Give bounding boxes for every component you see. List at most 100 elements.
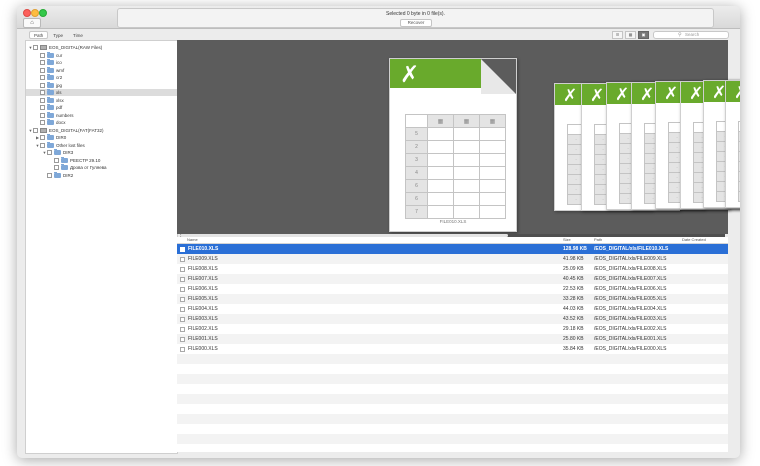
tree-item[interactable]: xls [26, 89, 177, 96]
tab-time[interactable]: Time [68, 31, 88, 39]
row-checkbox[interactable] [180, 247, 185, 252]
search-placeholder: Search [685, 32, 700, 37]
folder-icon [47, 66, 54, 73]
tree-item[interactable]: ▶ DIR0 [26, 134, 177, 141]
tree-item[interactable]: ▼ DIR3 [26, 149, 177, 156]
tree-item-checkbox[interactable] [33, 127, 38, 133]
tree-item[interactable]: numbers [26, 111, 177, 119]
tree-item-label: numbers [56, 112, 74, 118]
minimize-window-button[interactable] [31, 9, 39, 17]
tree-item-checkbox[interactable] [40, 112, 45, 118]
table-row[interactable]: FILE006.XLS 22.53 KB/EOS_DIGITAL/xls/FILE… [177, 284, 728, 294]
tree-item-checkbox[interactable] [54, 157, 59, 163]
row-checkbox[interactable] [180, 297, 185, 302]
file-name: FILE008.XLS [188, 266, 218, 272]
title-bar: ⌂ Selected 0 byte in 0 file(s). Recover [17, 6, 740, 29]
close-window-button[interactable] [23, 9, 31, 17]
tree-item-checkbox[interactable] [40, 105, 45, 110]
zoom-window-button[interactable] [39, 9, 47, 17]
file-path: /EOS_DIGITAL/xls/FILE004.XLS [594, 306, 667, 312]
tree-item-label: jpg [56, 82, 63, 88]
spreadsheet-grid: ▦ ▦ ▦ 5 2 3 4 6 6 7 [405, 114, 506, 219]
search-input[interactable]: ⚲ Search [653, 31, 729, 39]
tree-item-checkbox[interactable] [40, 60, 45, 65]
empty-row [177, 364, 728, 374]
table-row[interactable]: FILE009.XLS 41.98 KB/EOS_DIGITAL/xls/FILE… [177, 254, 728, 264]
tree-item[interactable]: DIR2 [26, 171, 177, 179]
file-list-header: Name Size Path Date Created [177, 237, 728, 244]
row-checkbox[interactable] [180, 347, 185, 352]
tree-item[interactable]: ▼ EOS_DIGITAL(FAT(FAT32) [26, 127, 177, 134]
row-checkbox[interactable] [180, 327, 185, 332]
tree-item-label: pdf [56, 105, 63, 110]
tab-type[interactable]: Type [48, 31, 68, 39]
cover-flow-view-icon[interactable]: ▣ [638, 31, 649, 39]
file-path: /EOS_DIGITAL/xls/FILE008.XLS [594, 266, 667, 272]
row-checkbox[interactable] [180, 267, 185, 272]
xls-file-preview[interactable]: ✗ ▦ ▦ ▦ 5 2 3 4 6 6 7 FILE010.XLS [389, 58, 517, 232]
file-path: /EOS_DIGITAL/xls/FILE003.XLS [594, 316, 667, 322]
tree-item-checkbox[interactable] [47, 172, 52, 178]
folder-icon [47, 141, 54, 148]
row-checkbox[interactable] [180, 337, 185, 342]
folder-icon [47, 119, 54, 125]
tree-item[interactable]: wmf [26, 66, 177, 74]
tree-item-checkbox[interactable] [40, 142, 45, 148]
table-row[interactable]: FILE007.XLS 40.45 KB/EOS_DIGITAL/xls/FILE… [177, 274, 728, 284]
table-row[interactable]: FILE002.XLS 29.18 KB/EOS_DIGITAL/xls/FILE… [177, 324, 728, 334]
column-size[interactable]: Size [563, 237, 571, 243]
column-date-created[interactable]: Date Created [682, 237, 706, 243]
tab-path[interactable]: Path [29, 31, 49, 39]
tree-item-checkbox[interactable] [54, 165, 59, 170]
home-button[interactable]: ⌂ [23, 18, 41, 28]
tree-item[interactable]: ▼ Other lost files [26, 141, 177, 149]
tree-item-checkbox[interactable] [40, 97, 45, 103]
excel-icon: ✗ [664, 84, 679, 105]
tree-item-checkbox[interactable] [40, 120, 45, 125]
column-name[interactable]: Name [187, 237, 198, 243]
tree-item[interactable]: ico [26, 59, 177, 66]
table-row[interactable]: FILE000.XLS 35.84 KB/EOS_DIGITAL/xls/FILE… [177, 344, 728, 354]
column-view-icon[interactable]: ▦ [625, 31, 636, 39]
tree-item[interactable]: ▼ EOS_DIGITAL(RAW Files) [26, 44, 177, 51]
row-checkbox[interactable] [180, 287, 185, 292]
file-size: 44.03 KB [563, 306, 584, 312]
tree-item-label: EOS_DIGITAL(RAW Files) [49, 45, 103, 50]
tree-item-checkbox[interactable] [40, 82, 45, 88]
table-row[interactable]: FILE010.XLS 128.98 KB/EOS_DIGITAL/xls/FIL… [177, 244, 728, 254]
tree-item-checkbox[interactable] [33, 45, 38, 50]
tree-item[interactable]: cr2 [26, 74, 177, 81]
recover-button[interactable]: Recover [400, 19, 432, 27]
folder-icon [47, 74, 54, 80]
folder-icon [47, 89, 54, 95]
tree-item[interactable]: PEECTP 29.10 [26, 156, 177, 164]
tree-item-checkbox[interactable] [47, 150, 52, 155]
tree-item[interactable]: jpg [26, 81, 177, 89]
table-row[interactable]: FILE005.XLS 33.28 KB/EOS_DIGITAL/xls/FILE… [177, 294, 728, 304]
list-view-icon[interactable]: ☰ [612, 31, 623, 39]
row-checkbox[interactable] [180, 317, 185, 322]
tree-item-checkbox[interactable] [40, 75, 45, 80]
tree-item[interactable]: xlsx [26, 96, 177, 104]
column-path[interactable]: Path [594, 237, 602, 243]
tree-item-checkbox[interactable] [40, 52, 45, 58]
table-row[interactable]: FILE004.XLS 44.03 KB/EOS_DIGITAL/xls/FILE… [177, 304, 728, 314]
file-size: 25.09 KB [563, 266, 584, 272]
row-checkbox[interactable] [180, 257, 185, 262]
excel-icon: ✗ [563, 86, 578, 107]
row-checkbox[interactable] [180, 307, 185, 312]
table-row[interactable]: FILE003.XLS 43.52 KB/EOS_DIGITAL/xls/FILE… [177, 314, 728, 324]
row-checkbox[interactable] [180, 277, 185, 282]
tree-item-checkbox[interactable] [40, 67, 45, 73]
tree-item[interactable]: docx [26, 119, 177, 126]
tree-item-checkbox[interactable] [40, 90, 45, 95]
table-row[interactable]: FILE008.XLS 25.09 KB/EOS_DIGITAL/xls/FILE… [177, 264, 728, 274]
folder-icon [47, 111, 54, 118]
sidebar-tabs: Path Type Time [29, 31, 88, 39]
tree-item[interactable]: Дрова от Гуляева [26, 164, 177, 171]
folder-icon [47, 59, 54, 65]
tree-item[interactable]: pdf [26, 104, 177, 111]
tree-item-checkbox[interactable] [40, 135, 45, 140]
table-row[interactable]: FILE001.XLS 25.80 KB/EOS_DIGITAL/xls/FILE… [177, 334, 728, 344]
tree-item[interactable]: cur [26, 51, 177, 59]
